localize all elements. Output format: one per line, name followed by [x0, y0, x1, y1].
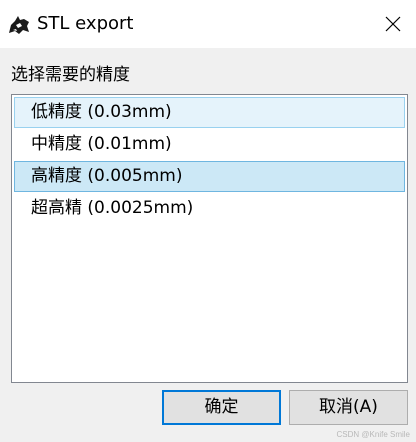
precision-listbox[interactable]: 低精度 (0.03mm) 中精度 (0.01mm) 高精度 (0.005mm) …: [11, 94, 408, 383]
watermark: CSDN @Knife Smile: [336, 430, 410, 439]
list-item-label: 超高精 (0.0025mm): [31, 198, 194, 218]
ok-button[interactable]: 确定: [162, 390, 281, 425]
cancel-button[interactable]: 取消(A): [289, 390, 408, 425]
prompt-label: 选择需要的精度: [11, 65, 130, 85]
list-item-label: 中精度 (0.01mm): [31, 134, 172, 154]
list-item-low-precision[interactable]: 低精度 (0.03mm): [14, 97, 405, 128]
list-item-label: 低精度 (0.03mm): [31, 102, 172, 122]
list-item-high-precision[interactable]: 高精度 (0.005mm): [14, 161, 405, 192]
close-button[interactable]: [370, 0, 416, 48]
list-item-medium-precision[interactable]: 中精度 (0.01mm): [14, 129, 405, 160]
rhino-icon: [7, 13, 31, 37]
stl-export-dialog: STL export 选择需要的精度 低精度 (0.03mm) 中精度 (0.0…: [0, 0, 416, 442]
close-icon: [385, 16, 401, 32]
title-bar[interactable]: STL export: [0, 0, 416, 48]
window-title: STL export: [37, 13, 134, 34]
list-item-label: 高精度 (0.005mm): [31, 166, 183, 186]
list-item-ultra-precision[interactable]: 超高精 (0.0025mm): [14, 193, 405, 224]
